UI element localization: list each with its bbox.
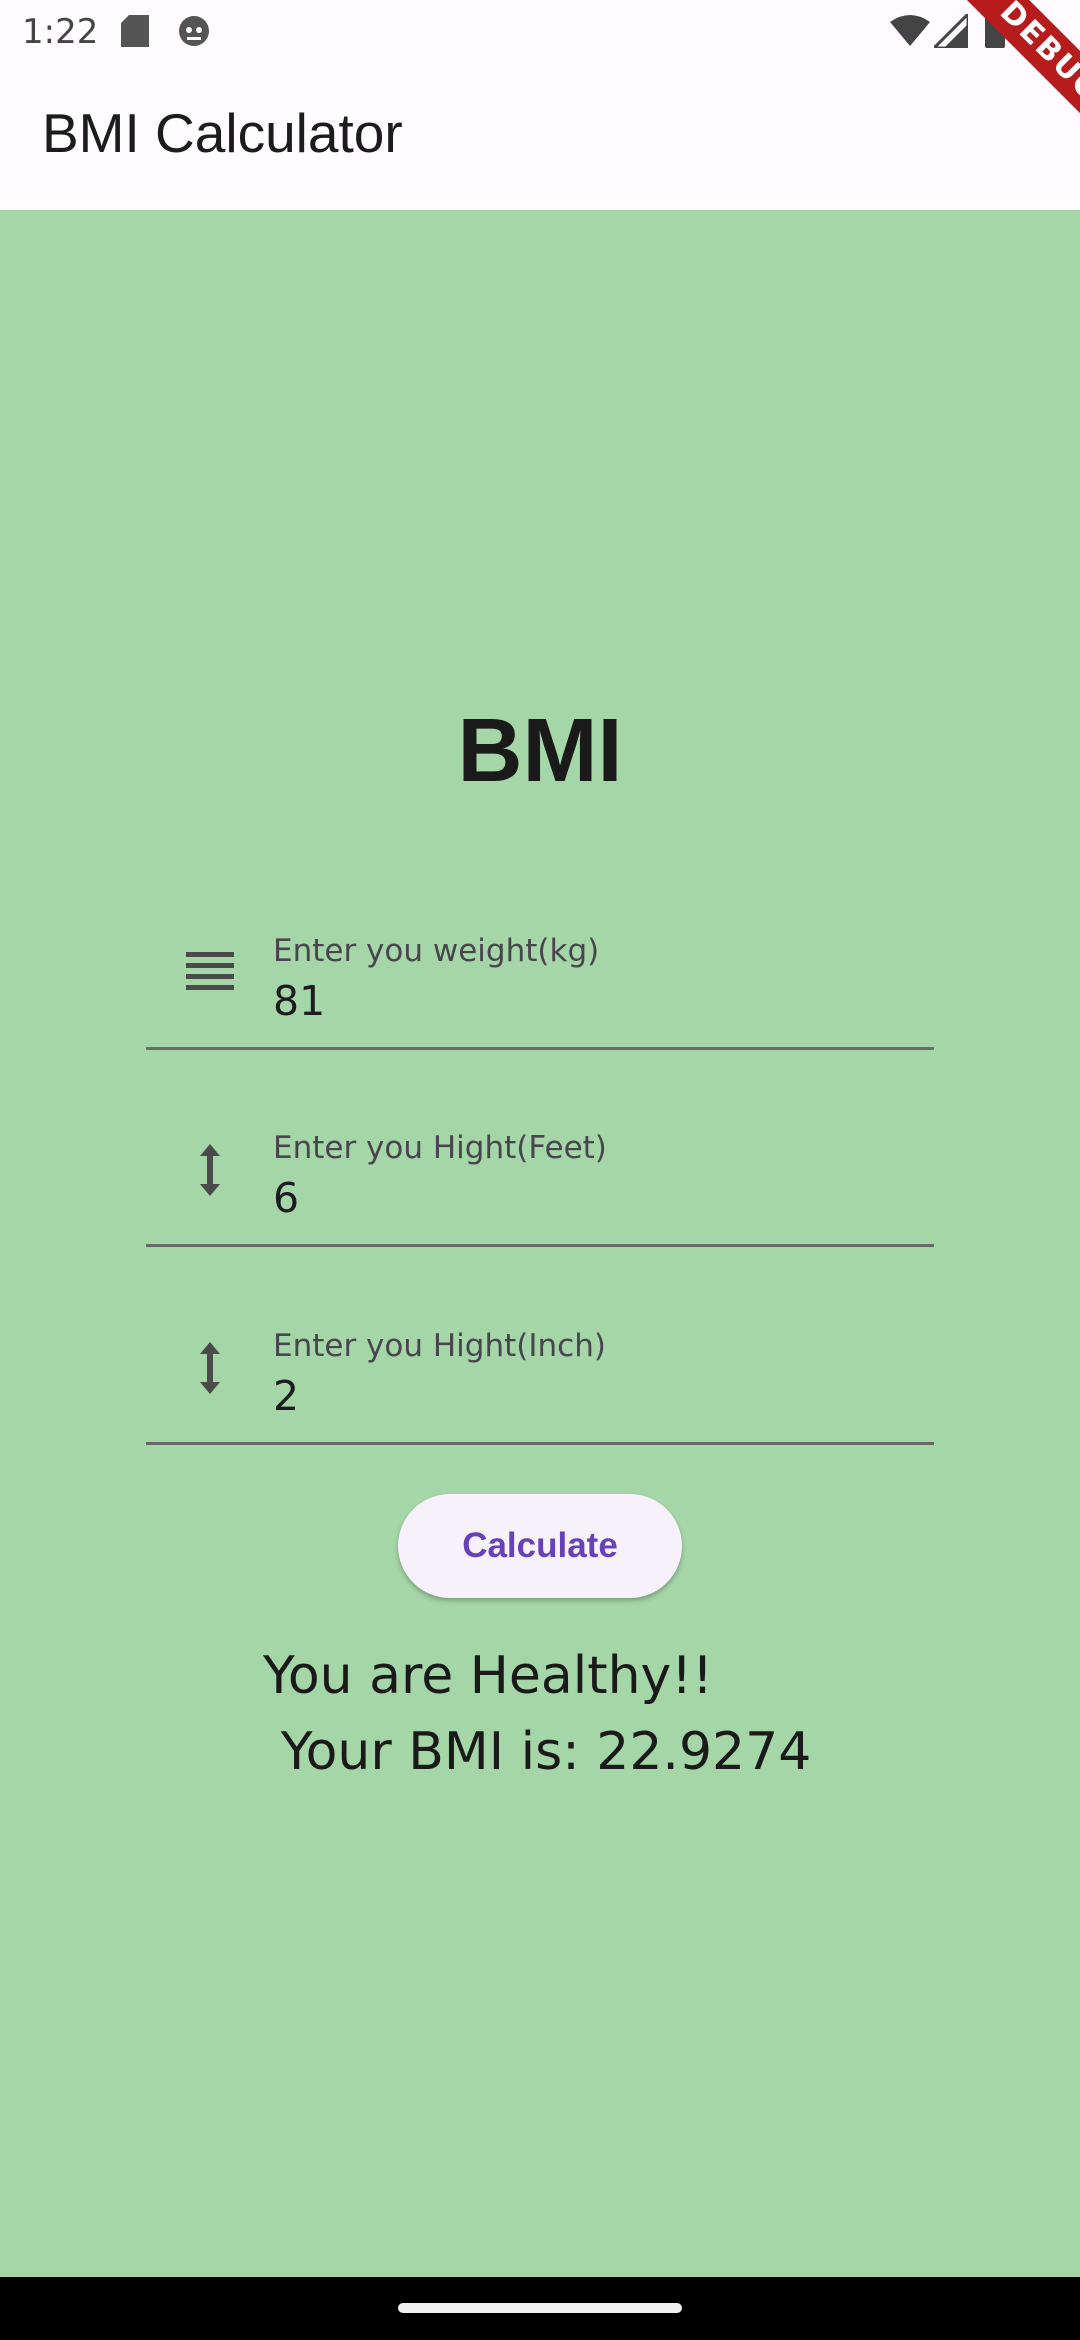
signal-icon xyxy=(934,14,968,48)
weight-field[interactable]: Enter you weight(kg) 81 xyxy=(146,897,934,1050)
result-bmi: Your BMI is: 22.9274 xyxy=(280,1722,812,1782)
height-arrows-icon xyxy=(200,1342,220,1394)
height-feet-field-value[interactable]: 6 xyxy=(273,1174,299,1222)
weight-icon xyxy=(186,952,234,990)
android-robot-icon xyxy=(179,16,209,46)
calculate-button[interactable]: Calculate xyxy=(398,1494,682,1598)
page-heading: BMI xyxy=(457,701,623,801)
home-indicator[interactable] xyxy=(398,2303,682,2313)
sd-card-icon xyxy=(121,15,149,47)
app-bar: BMI Calculator xyxy=(0,63,1080,210)
status-time: 1:22 xyxy=(22,12,99,52)
height-arrows-icon xyxy=(200,1144,220,1196)
weight-field-label: Enter you weight(kg) xyxy=(273,933,600,969)
height-inch-field[interactable]: Enter you Hight(Inch) 2 xyxy=(146,1292,934,1445)
app-title: BMI Calculator xyxy=(42,102,403,164)
status-bar: 1:22 xyxy=(0,0,1080,63)
height-inch-field-label: Enter you Hight(Inch) xyxy=(273,1328,606,1364)
height-feet-field-label: Enter you Hight(Feet) xyxy=(273,1130,607,1166)
height-feet-field[interactable]: Enter you Hight(Feet) 6 xyxy=(146,1094,934,1247)
wifi-icon xyxy=(890,15,930,46)
height-inch-field-value[interactable]: 2 xyxy=(273,1372,299,1420)
weight-field-value[interactable]: 81 xyxy=(273,977,325,1025)
navigation-bar xyxy=(0,2277,1080,2340)
result-status: You are Healthy!! xyxy=(263,1646,713,1706)
